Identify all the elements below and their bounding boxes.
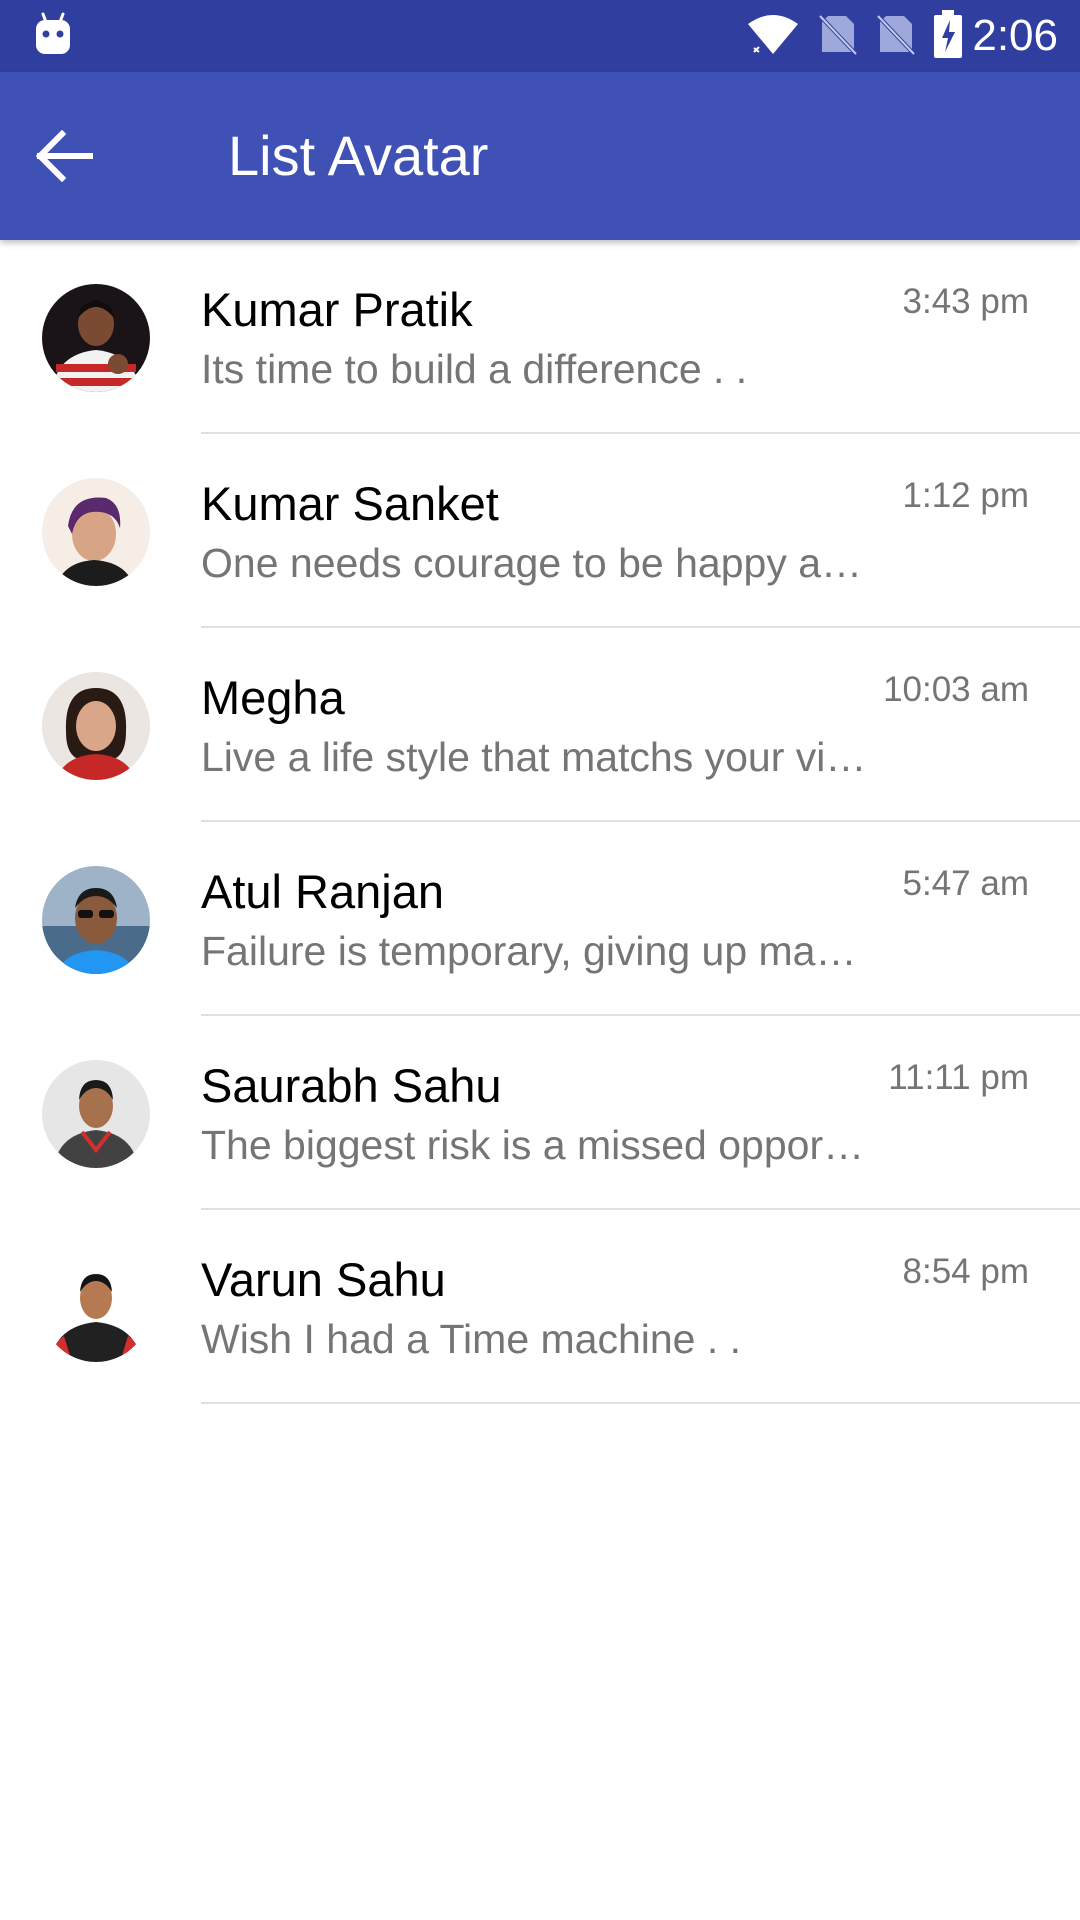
list-item[interactable]: Varun Sahu Wish I had a Time machine . .…	[0, 1210, 1080, 1404]
battery-charging-icon	[934, 9, 963, 63]
list-item[interactable]: Atul Ranjan Failure is temporary, giving…	[0, 822, 1080, 1016]
message-preview: Its time to build a difference . .	[201, 346, 748, 392]
avatar-list: Kumar Pratik Its time to build a differe…	[0, 240, 1080, 1404]
wifi-icon	[746, 12, 800, 61]
no-sim-icon	[876, 12, 916, 61]
message-preview: One needs courage to be happy and smile …	[201, 540, 871, 586]
message-time: 1:12 pm	[902, 476, 1029, 515]
app-bar: List Avatar	[0, 72, 1080, 240]
arrow-back-icon	[35, 130, 93, 182]
contact-name: Kumar Pratik	[201, 283, 473, 336]
message-time: 11:11 pm	[888, 1058, 1029, 1097]
contact-name: Kumar Sanket	[201, 477, 499, 530]
page-title: List Avatar	[228, 124, 489, 187]
back-button[interactable]	[24, 116, 104, 196]
status-icons: 2:06	[746, 0, 1058, 72]
status-bar: 2:06	[0, 0, 1080, 72]
avatar	[42, 866, 150, 974]
avatar	[42, 478, 150, 586]
contact-name: Atul Ranjan	[201, 865, 444, 918]
contact-name: Saurabh Sahu	[201, 1059, 502, 1112]
list-item[interactable]: Megha Live a life style that matchs your…	[0, 628, 1080, 822]
message-time: 10:03 am	[883, 670, 1029, 709]
avatar	[42, 284, 150, 392]
avatar	[42, 672, 150, 780]
list-item[interactable]: Saurabh Sahu The biggest risk is a misse…	[0, 1016, 1080, 1210]
android-icon	[34, 12, 72, 56]
message-preview: The biggest risk is a missed opportunity	[201, 1122, 871, 1168]
message-preview: Failure is temporary, giving up makes it…	[201, 928, 871, 974]
avatar	[42, 1254, 150, 1362]
message-time: 3:43 pm	[902, 282, 1029, 321]
message-time: 5:47 am	[902, 864, 1029, 903]
list-item[interactable]: Kumar Pratik Its time to build a differe…	[0, 240, 1080, 434]
message-preview: Wish I had a Time machine . .	[201, 1316, 742, 1362]
message-time: 8:54 pm	[902, 1252, 1029, 1291]
contact-name: Megha	[201, 671, 345, 724]
avatar	[42, 1060, 150, 1168]
list-item[interactable]: Kumar Sanket One needs courage to be hap…	[0, 434, 1080, 628]
no-sim-icon	[818, 12, 858, 61]
status-time: 2:06	[972, 11, 1058, 60]
divider	[201, 1402, 1080, 1404]
contact-name: Varun Sahu	[201, 1253, 446, 1306]
message-preview: Live a life style that matchs your visio…	[201, 734, 871, 780]
